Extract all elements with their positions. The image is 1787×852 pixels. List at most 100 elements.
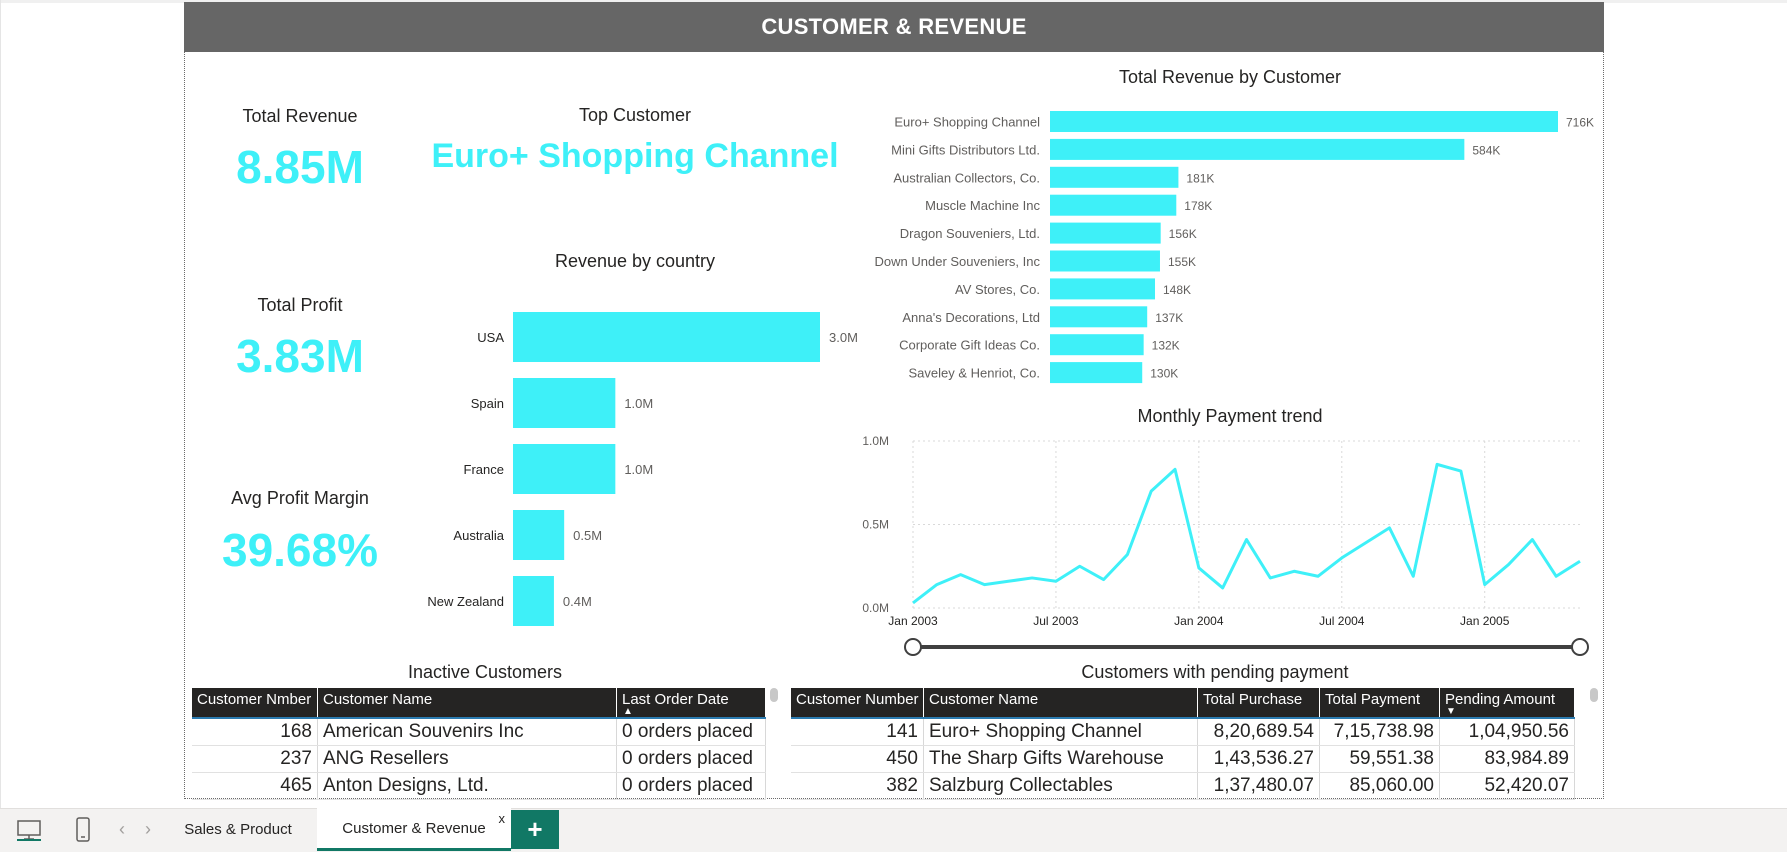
cell-customer-name: Euro+ Shopping Channel: [924, 719, 1198, 745]
column-header-total-payment[interactable]: Total Payment: [1320, 688, 1440, 717]
table-row[interactable]: 450 The Sharp Gifts Warehouse 1,43,536.2…: [791, 746, 1575, 773]
cell-total-purchase: 1,43,536.27: [1198, 746, 1320, 772]
cell-customer-name: Salzburg Collectables: [924, 773, 1198, 799]
kpi-total-profit-value[interactable]: 3.83M: [190, 329, 410, 383]
cell-pending-amount: 83,984.89: [1440, 746, 1575, 772]
customer-category-label: Saveley & Henriot, Co.: [908, 366, 1040, 381]
customer-bar[interactable]: [1050, 334, 1144, 356]
trend-y-tick-label: 0.0M: [862, 601, 889, 615]
table-row[interactable]: 237 ANG Resellers 0 orders placed: [192, 746, 766, 773]
date-slider-end-handle[interactable]: [1571, 638, 1589, 656]
country-bar[interactable]: [513, 312, 820, 362]
revenue-by-country-chart[interactable]: USA 3.0M Spain 1.0M France 1.0M Australia 0.5M N…: [400, 300, 870, 640]
country-value-label: 1.0M: [624, 396, 653, 411]
mobile-layout-icon[interactable]: [70, 808, 96, 851]
close-icon[interactable]: x: [499, 811, 506, 826]
trend-x-tick-label: Jul 2003: [1033, 614, 1079, 628]
column-header-last-order-date[interactable]: Last Order Date ▲: [617, 688, 766, 717]
trend-y-tick-label: 1.0M: [862, 434, 889, 448]
customer-value-label: 156K: [1169, 227, 1197, 241]
next-page-icon[interactable]: ›: [138, 808, 158, 851]
left-rail: [0, 0, 1, 808]
customer-category-label: Dragon Souveniers, Ltd.: [900, 226, 1040, 241]
revenue-by-customer-title: Total Revenue by Customer: [1118, 67, 1342, 87]
cell-pending-amount: 52,420.07: [1440, 773, 1575, 799]
customer-category-label: Muscle Machine Inc: [925, 198, 1040, 213]
customer-bar[interactable]: [1050, 306, 1148, 328]
date-slider-start-handle[interactable]: [904, 638, 922, 656]
table-header-row: Customer Number Customer Name Total Purc…: [791, 688, 1575, 717]
country-category-label: Spain: [471, 396, 504, 411]
customer-bar[interactable]: [1050, 138, 1465, 160]
tab-label: Sales & Product: [184, 821, 292, 838]
sort-ascending-icon[interactable]: ▲: [623, 707, 633, 717]
customer-bar[interactable]: [1050, 222, 1161, 244]
inactive-table-scrollbar[interactable]: [770, 688, 778, 702]
column-header-customer-number[interactable]: Customer Nmber: [192, 688, 318, 717]
country-category-label: Australia: [453, 528, 504, 543]
column-header-customer-name[interactable]: Customer Name: [924, 688, 1198, 717]
customer-value-label: 181K: [1186, 171, 1214, 185]
customer-category-label: AV Stores, Co.: [955, 282, 1040, 297]
tab-label: Customer & Revenue: [342, 819, 486, 837]
customer-bar[interactable]: [1050, 194, 1177, 216]
desktop-layout-icon[interactable]: [12, 808, 46, 851]
customer-category-label: Euro+ Shopping Channel: [894, 115, 1040, 130]
trend-x-tick-label: Jul 2004: [1319, 614, 1365, 628]
customer-category-label: Anna's Decorations, Ltd: [902, 310, 1040, 325]
cell-customer-number: 465: [192, 773, 318, 799]
table-row[interactable]: 465 Anton Designs, Ltd. 0 orders placed: [192, 773, 766, 800]
customer-value-label: 584K: [1472, 143, 1500, 157]
table-header-row: Customer Nmber Customer Name Last Order …: [192, 688, 766, 717]
tab-customer-revenue[interactable]: Customer & Revenue x: [317, 808, 511, 851]
column-header-customer-name[interactable]: Customer Name: [318, 688, 617, 717]
sort-descending-icon[interactable]: ▼: [1446, 707, 1456, 717]
cell-customer-number: 237: [192, 746, 318, 772]
table-row[interactable]: 168 American Souvenirs Inc 0 orders plac…: [192, 719, 766, 746]
previous-page-icon[interactable]: ‹: [112, 808, 132, 851]
table-row[interactable]: 382 Salzburg Collectables 1,37,480.07 85…: [791, 773, 1575, 800]
cell-customer-name: ANG Resellers: [318, 746, 617, 772]
cell-total-payment: 85,060.00: [1320, 773, 1440, 799]
cell-customer-number: 450: [791, 746, 924, 772]
kpi-top-customer-value[interactable]: Euro+ Shopping Channel: [430, 137, 840, 176]
customer-value-label: 132K: [1152, 339, 1180, 353]
cell-customer-name: The Sharp Gifts Warehouse: [924, 746, 1198, 772]
customer-bar[interactable]: [1050, 362, 1143, 384]
country-bar[interactable]: [513, 444, 616, 494]
column-header-customer-number[interactable]: Customer Number: [791, 688, 924, 717]
pending-table-scrollbar[interactable]: [1590, 688, 1598, 702]
country-value-label: 3.0M: [829, 330, 858, 345]
column-header-total-purchase[interactable]: Total Purchase: [1198, 688, 1320, 717]
trend-y-tick-label: 0.5M: [862, 518, 889, 532]
customer-bar[interactable]: [1050, 166, 1179, 188]
monthly-payment-trend-chart[interactable]: 0.0M 0.5M 1.0M Jan 2003 Jul 2003 Jan 2004 Jul …: [855, 432, 1595, 667]
add-page-button[interactable]: +: [511, 810, 559, 849]
country-bar[interactable]: [513, 378, 616, 428]
country-value-label: 0.4M: [563, 594, 592, 609]
customer-bar[interactable]: [1050, 111, 1558, 132]
customer-value-label: 148K: [1163, 283, 1191, 297]
cell-customer-number: 382: [791, 773, 924, 799]
trend-x-tick-label: Jan 2003: [888, 614, 938, 628]
customer-bar[interactable]: [1050, 278, 1156, 300]
inactive-customers-table: Customer Nmber Customer Name Last Order …: [192, 688, 766, 800]
pending-payment-table: Customer Number Customer Name Total Purc…: [791, 688, 1575, 800]
country-value-label: 1.0M: [624, 462, 653, 477]
table-row[interactable]: 141 Euro+ Shopping Channel 8,20,689.54 7…: [791, 719, 1575, 746]
kpi-total-revenue-value[interactable]: 8.85M: [190, 140, 410, 194]
customer-bar[interactable]: [1050, 250, 1160, 272]
kpi-top-customer-label: Top Customer: [578, 105, 692, 125]
kpi-total-profit-label: Total Profit: [257, 295, 343, 315]
customer-category-label: Mini Gifts Distributors Ltd.: [891, 142, 1040, 157]
column-header-pending-amount[interactable]: Pending Amount ▼: [1440, 688, 1575, 717]
page-title: CUSTOMER & REVENUE: [184, 2, 1604, 52]
country-bar[interactable]: [513, 510, 565, 560]
tab-sales-product[interactable]: Sales & Product: [176, 808, 300, 851]
revenue-by-customer-chart[interactable]: Euro+ Shopping Channel 716K Mini Gifts Dis…: [860, 108, 1600, 393]
cell-last-order-date: 0 orders placed: [617, 746, 766, 772]
trend-series-line[interactable]: [912, 462, 1581, 605]
kpi-avg-profit-margin-value[interactable]: 39.68%: [190, 523, 410, 577]
customer-category-label: Corporate Gift Ideas Co.: [899, 338, 1040, 353]
country-bar[interactable]: [513, 576, 554, 626]
